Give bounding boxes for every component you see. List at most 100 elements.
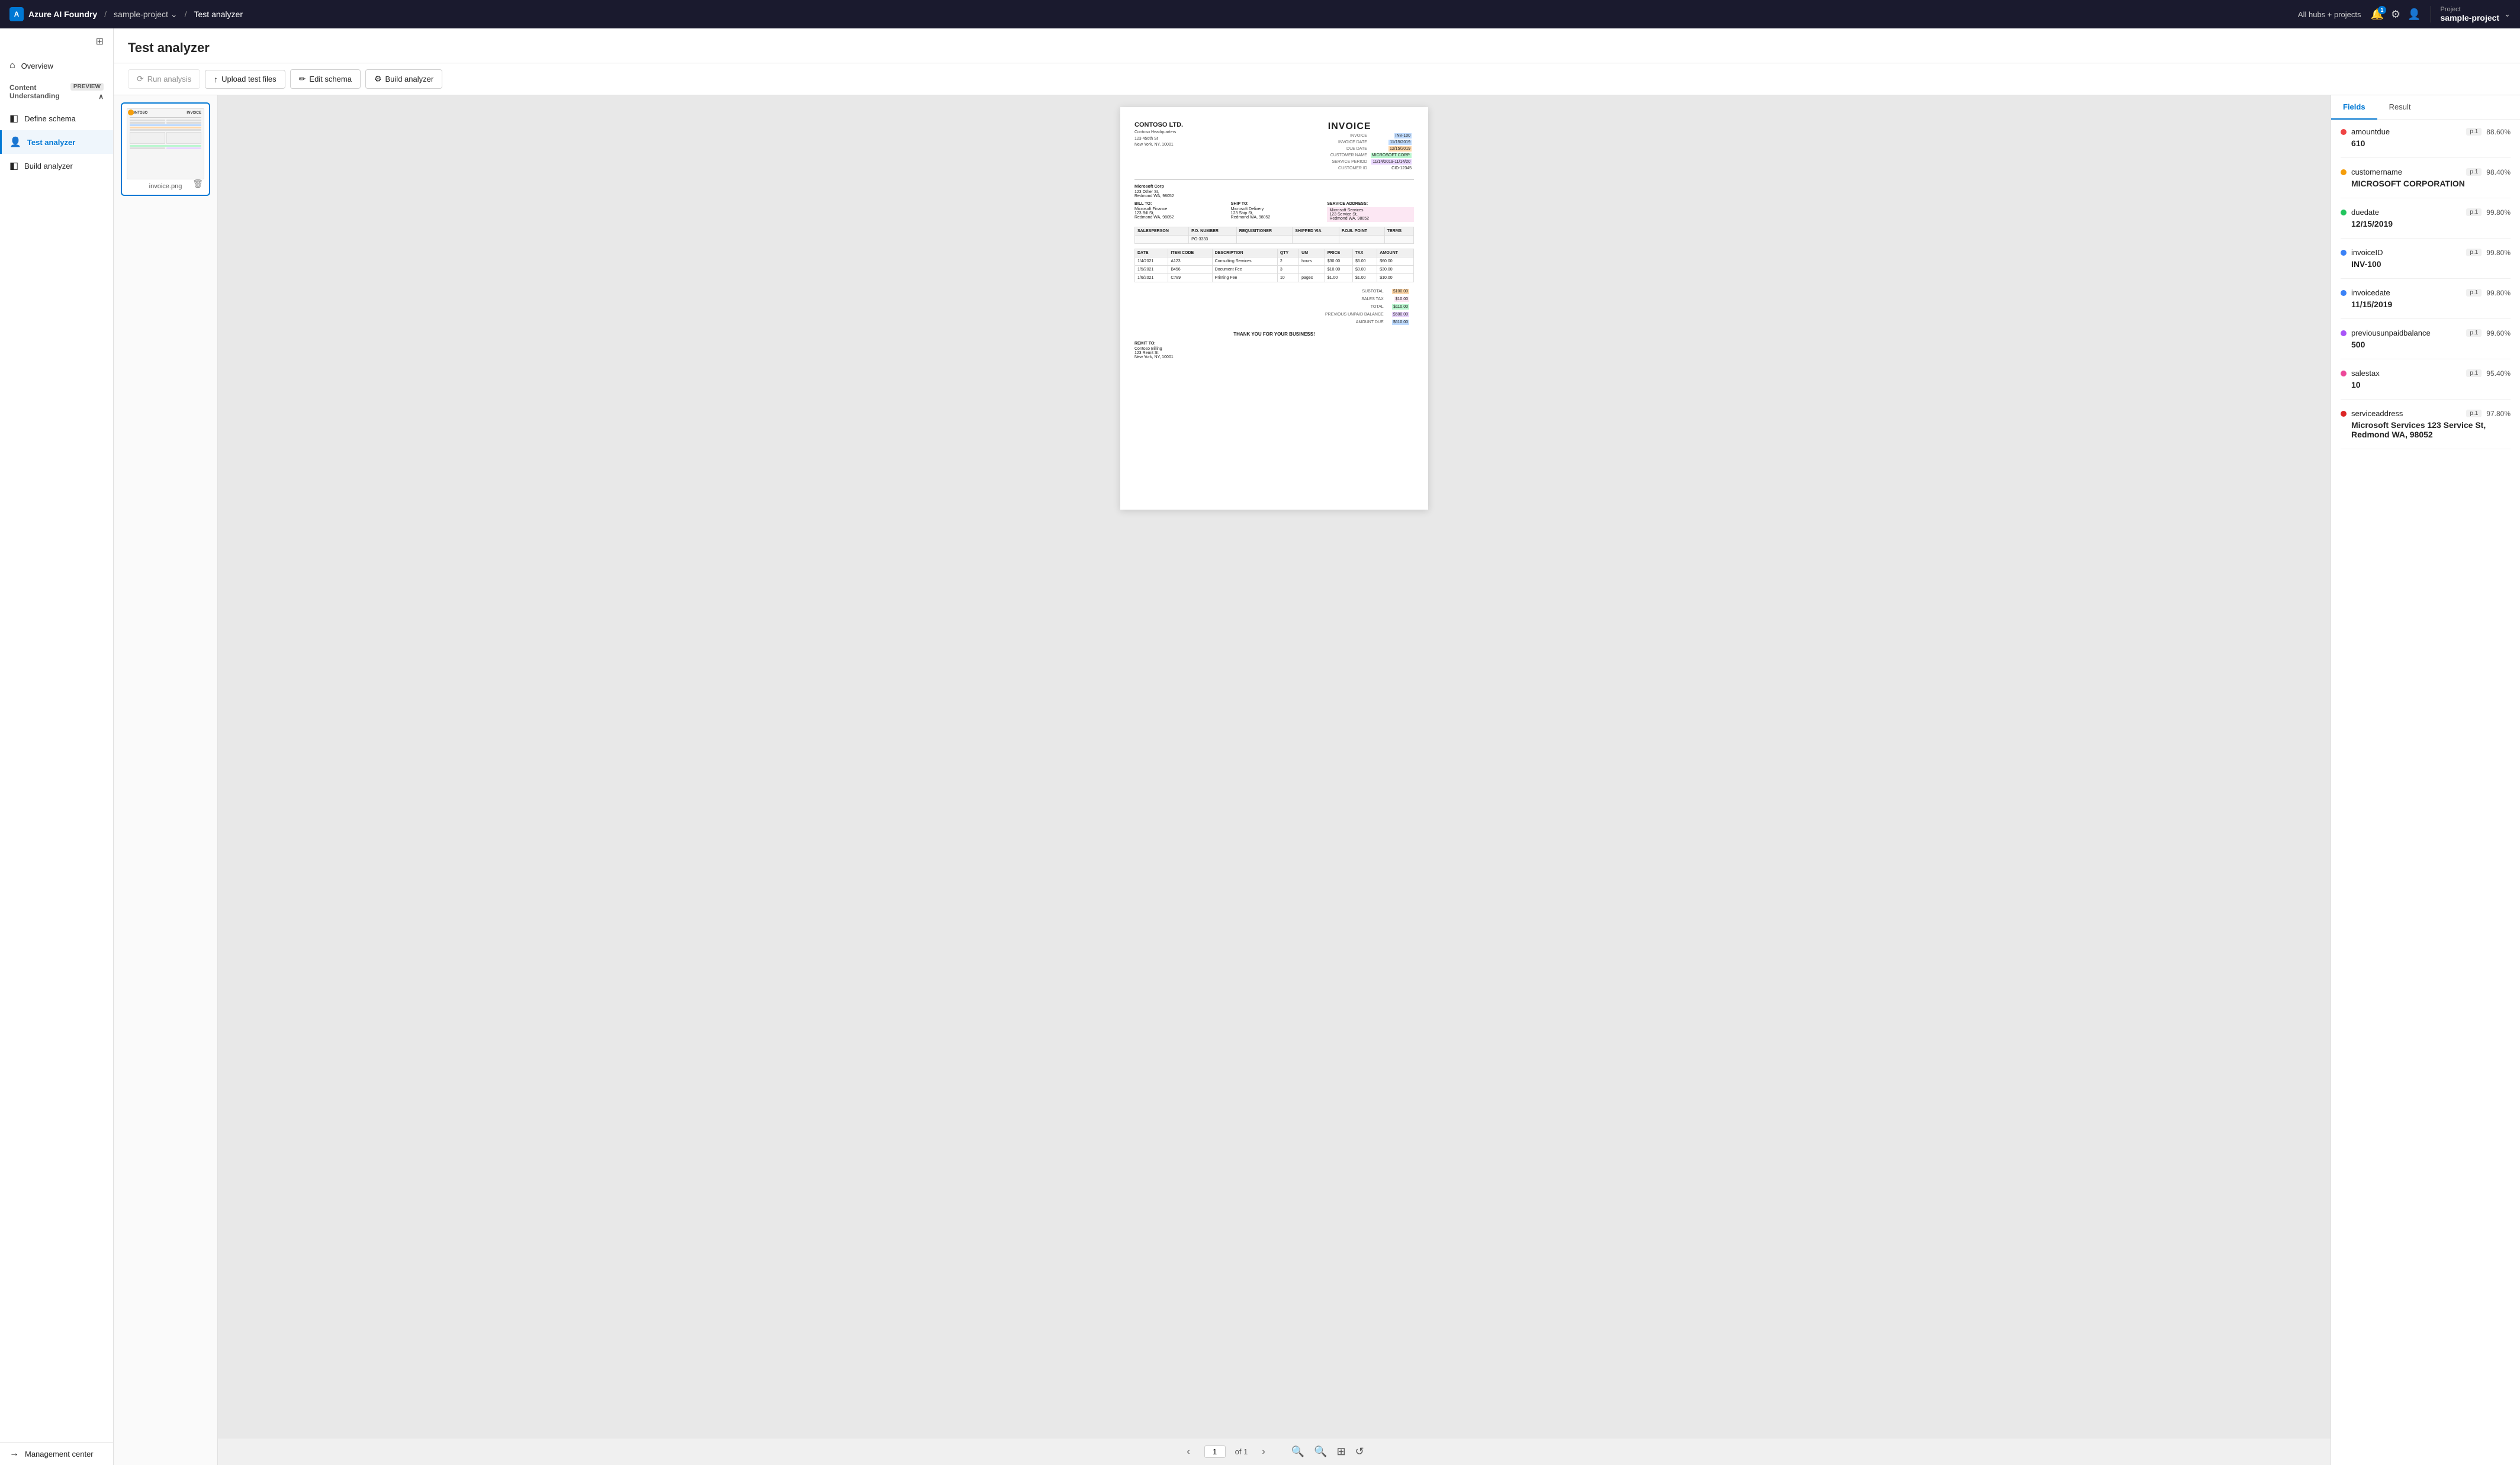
main-header: Test analyzer (114, 28, 2520, 63)
fit-page-button[interactable]: ⊞ (1335, 1443, 1348, 1460)
project-chevron-icon: ⌄ (2504, 9, 2511, 19)
build-analyzer-button[interactable]: ⚙ Build analyzer (365, 69, 442, 89)
field-amountdue-value: 610 (2341, 139, 2511, 148)
breadcrumb-current: Test analyzer (194, 9, 243, 19)
nav-right: All hubs + projects 🔔 1 ⚙ 👤 Project samp… (2298, 6, 2511, 22)
invoice-header: CONTOSO LTD. Contoso Headquarters123 456… (1134, 121, 1414, 172)
field-invoiceid-confidence: 99.80% (2486, 249, 2511, 257)
field-duedate-page: p.1 (2466, 208, 2482, 216)
hub-projects-link[interactable]: All hubs + projects (2298, 10, 2361, 19)
notification-count: 1 (2378, 6, 2386, 14)
upload-test-files-button[interactable]: ↑ Upload test files (205, 70, 285, 89)
upload-icon: ↑ (214, 75, 218, 84)
sidebar-item-overview-label: Overview (21, 62, 53, 70)
sidebar-item-define-schema[interactable]: ◧ Define schema (0, 107, 113, 130)
sidebar-toggle[interactable]: ⊞ (0, 28, 113, 54)
next-page-button[interactable]: › (1257, 1444, 1269, 1460)
field-invoicedate-value: 11/15/2019 (2341, 300, 2511, 309)
field-salestax-page: p.1 (2466, 369, 2482, 377)
settings-icon[interactable]: ⚙ (2391, 8, 2400, 21)
field-amountdue: amountdue p.1 88.60% 610 (2341, 127, 2511, 158)
thank-you-message: THANK YOU FOR YOUR BUSINESS! (1134, 331, 1414, 337)
doc-toolbar-bottom: ‹ of 1 › 🔍 🔍 ⊞ ↺ (218, 1438, 2331, 1465)
page-title: Test analyzer (128, 40, 2506, 56)
content-understanding-label: Content Understanding (9, 83, 66, 100)
invoice-title: INVOICE (1328, 121, 1414, 132)
field-invoicedate-dot (2341, 290, 2347, 296)
field-invoiceid-page: p.1 (2466, 249, 2482, 256)
field-salestax-value: 10 (2341, 380, 2511, 389)
azure-icon: A (9, 7, 24, 21)
field-invoicedate: invoicedate p.1 99.80% 11/15/2019 (2341, 288, 2511, 319)
nav-left: A Azure AI Foundry / sample-project ⌄ / … (9, 7, 243, 21)
zoom-in-button[interactable]: 🔍 (1312, 1443, 1329, 1460)
field-serviceaddress-value: Microsoft Services 123 Service St, Redmo… (2341, 420, 2511, 439)
breadcrumb-project[interactable]: sample-project ⌄ (114, 9, 178, 20)
field-invoiceid: invoiceID p.1 99.80% INV-100 (2341, 248, 2511, 279)
sidebar-item-test-analyzer[interactable]: 👤 Test analyzer (0, 130, 113, 154)
field-amountdue-page: p.1 (2466, 128, 2482, 136)
brand[interactable]: A Azure AI Foundry (9, 7, 97, 21)
file-thumbnail[interactable]: CONTOSOINVOICE (121, 102, 210, 196)
file-panel: CONTOSOINVOICE (114, 95, 218, 1465)
totals-table: SUBTOTAL$100.00 SALES TAX$10.00 TOTAL$11… (1320, 287, 1414, 327)
field-serviceaddress-page: p.1 (2466, 410, 2482, 417)
field-customername-name: customername (2351, 168, 2461, 176)
tab-fields[interactable]: Fields (2331, 95, 2377, 120)
sidebar: ⊞ ⌂ Overview Content Understanding PREVI… (0, 28, 114, 1465)
field-serviceaddress: serviceaddress p.1 97.80% Microsoft Serv… (2341, 409, 2511, 449)
field-invoicedate-confidence: 99.80% (2486, 289, 2511, 297)
field-serviceaddress-confidence: 97.80% (2486, 410, 2511, 418)
zoom-out-button[interactable]: 🔍 (1289, 1443, 1307, 1460)
project-switcher[interactable]: Project sample-project ⌄ (2431, 6, 2511, 22)
invoice-title-section: INVOICE INVOICEINV-100 INVOICE DATE11/15… (1328, 121, 1414, 172)
sidebar-item-management-center[interactable]: → Management center (0, 1443, 113, 1465)
remit-to-section: REMIT TO: Contoso Billing 123 Remit St N… (1134, 342, 1414, 359)
bill-to-section: Microsoft Corp 123 Other St, Redmond WA,… (1134, 185, 1414, 198)
line-items-table: DATE ITEM CODE DESCRIPTION QTY UM PRICE … (1134, 249, 1414, 282)
field-serviceaddress-header: serviceaddress p.1 97.80% (2341, 409, 2511, 418)
field-invoiceid-name: invoiceID (2351, 248, 2461, 257)
field-customername: customername p.1 98.40% MICROSOFT CORPOR… (2341, 168, 2511, 198)
tab-result[interactable]: Result (2377, 95, 2423, 120)
field-amountdue-confidence: 88.60% (2486, 128, 2511, 136)
zoom-controls: 🔍 🔍 ⊞ ↺ (1289, 1443, 1367, 1460)
project-info: Project sample-project (2441, 6, 2500, 22)
field-salestax-dot (2341, 371, 2347, 376)
delete-file-icon[interactable]: 🗑 (192, 179, 203, 189)
field-duedate-name: duedate (2351, 208, 2461, 217)
right-panel: Fields Result amountdue p.1 88.60% (2331, 95, 2520, 1465)
salesperson-table: SALESPERSON P.O. NUMBER REQUISITIONER SH… (1134, 227, 1414, 244)
divider-1 (1134, 179, 1414, 180)
notification-bell[interactable]: 🔔 1 (2371, 8, 2384, 21)
account-icon[interactable]: 👤 (2408, 8, 2421, 21)
address-section: BILL TO: Microsoft Finance 123 Bill St, … (1134, 202, 1414, 222)
edit-schema-button[interactable]: ✏ Edit schema (290, 69, 361, 89)
sidebar-item-build-analyzer[interactable]: ◧ Build analyzer (0, 154, 113, 178)
field-duedate-dot (2341, 210, 2347, 215)
toolbar: ⟳ Run analysis ↑ Upload test files ✏ Edi… (114, 63, 2520, 95)
sidebar-bottom: → Management center (0, 1442, 113, 1465)
field-prevbalance-dot (2341, 330, 2347, 336)
brand-label: Azure AI Foundry (28, 9, 97, 19)
file-status-dot (128, 110, 134, 115)
field-amountdue-dot (2341, 129, 2347, 135)
page-number-input[interactable] (1204, 1445, 1226, 1458)
field-serviceaddress-dot (2341, 411, 2347, 417)
field-salestax-name: salestax (2351, 369, 2461, 378)
prev-page-button[interactable]: ‹ (1182, 1444, 1194, 1460)
nav-icons: 🔔 1 ⚙ 👤 (2371, 8, 2421, 21)
define-schema-icon: ◧ (9, 112, 18, 124)
run-analysis-icon: ⟳ (137, 74, 144, 84)
sidebar-group-content-understanding[interactable]: Content Understanding PREVIEW ∧ (0, 77, 113, 107)
breadcrumb-sep-2: / (185, 9, 187, 19)
invoice-meta-table: INVOICEINV-100 INVOICE DATE11/15/2019 DU… (1328, 132, 1414, 172)
sidebar-item-overview[interactable]: ⌂ Overview (0, 54, 113, 77)
build-analyzer-icon: ◧ (9, 160, 18, 172)
field-prevbalance-confidence: 99.60% (2486, 329, 2511, 337)
collapse-icon: ∧ (98, 92, 104, 101)
company-info: CONTOSO LTD. Contoso Headquarters123 456… (1134, 121, 1183, 149)
field-prevbalance-page: p.1 (2466, 329, 2482, 337)
run-analysis-button[interactable]: ⟳ Run analysis (128, 69, 200, 89)
rotate-button[interactable]: ↺ (1353, 1443, 1367, 1460)
